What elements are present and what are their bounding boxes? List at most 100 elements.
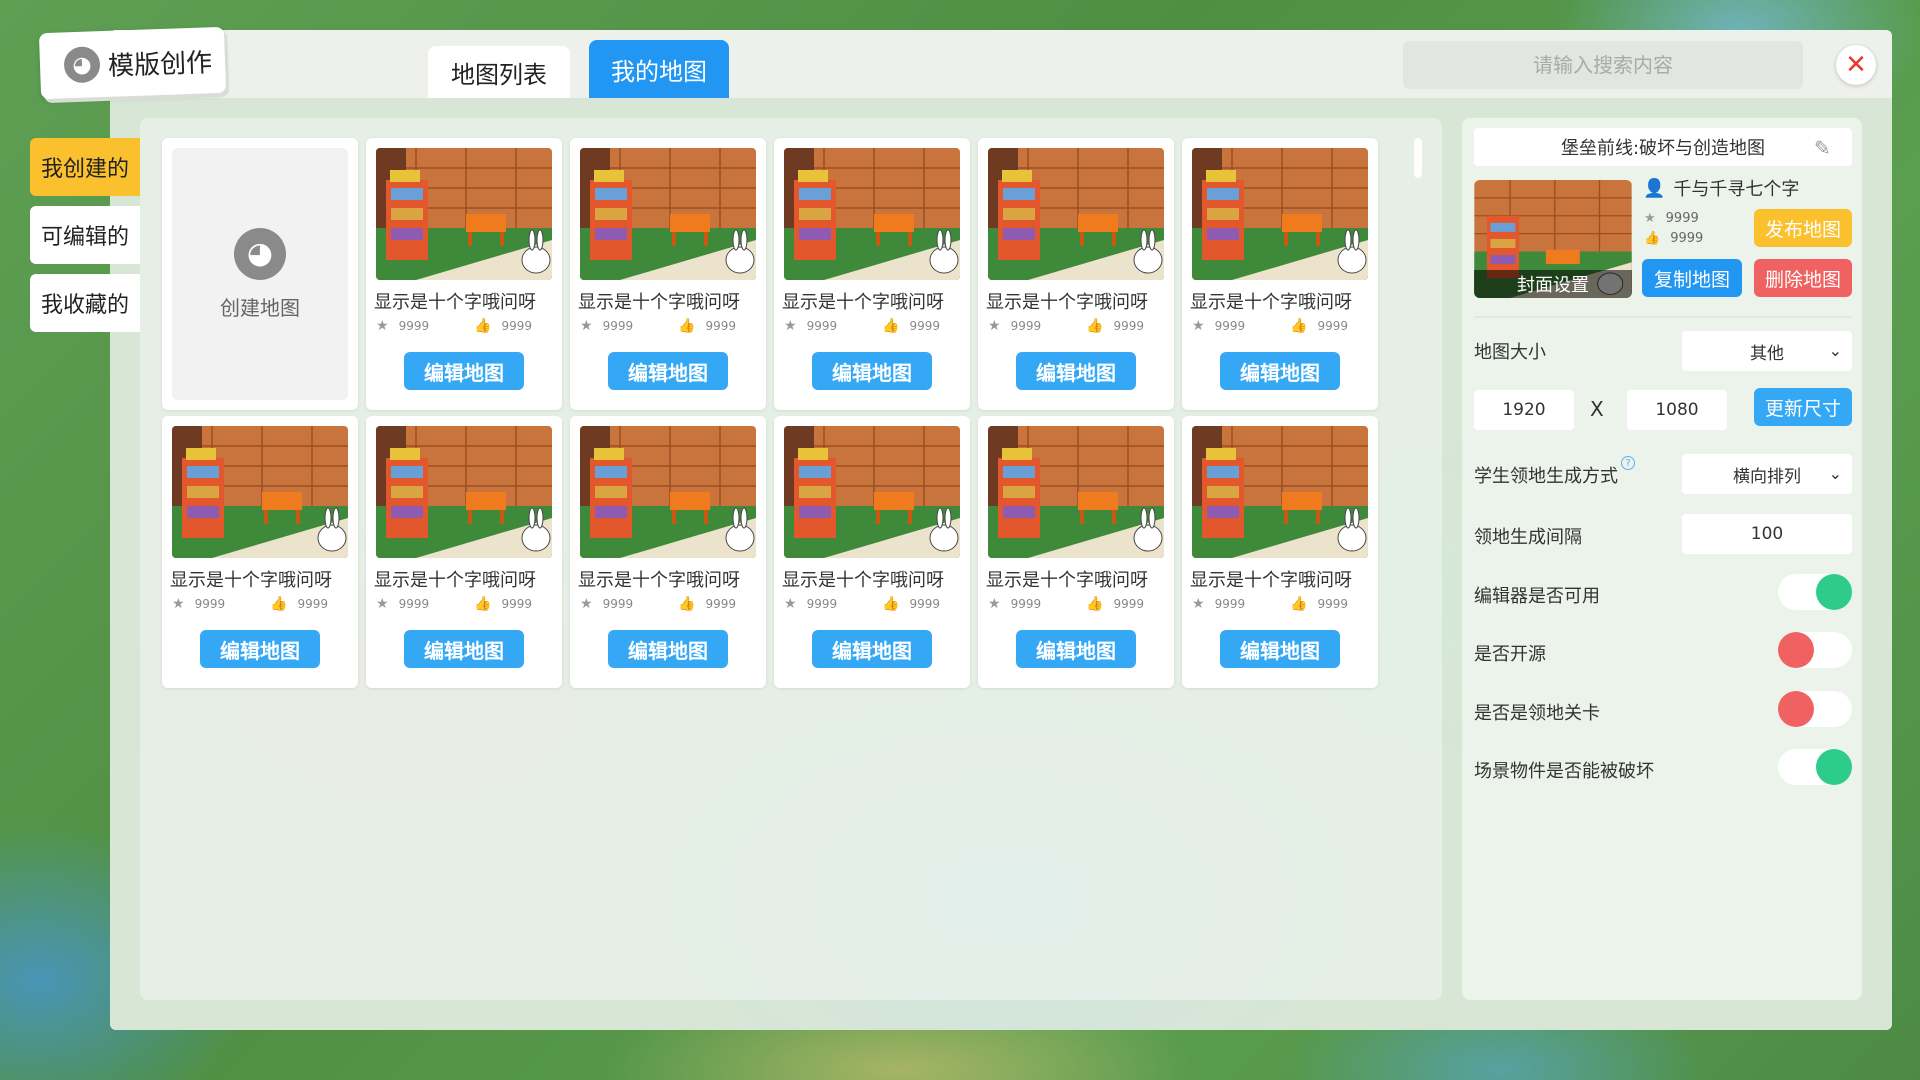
edit-map-button[interactable]: 编辑地图 [812,352,932,390]
map-size-value: 其他 [1750,343,1784,364]
thumbs-up-icon: 👍 [1290,596,1308,612]
map-card-likes-value: 9999 [297,597,328,611]
map-thumbnail[interactable] [172,426,348,558]
thumbs-up-icon: 👍 [1644,231,1661,246]
divider [1474,316,1852,318]
map-thumbnail[interactable] [1192,426,1368,558]
map-card-stars: ★ 9999 [580,596,633,612]
map-thumbnail[interactable] [988,426,1164,558]
map-card[interactable]: 显示是十个字哦问呀 ★ 9999 👍 9999 编辑地图 [366,138,562,410]
map-card-stars-value: 9999 [602,319,634,333]
cover-image[interactable]: 封面设置 [1474,180,1632,298]
scrollbar-thumb[interactable] [1414,138,1422,178]
star-icon: ★ [988,318,1001,334]
map-card[interactable]: 显示是十个字哦问呀 ★ 9999 👍 9999 编辑地图 [1182,138,1378,410]
edit-map-button[interactable]: 编辑地图 [608,352,728,390]
map-card-likes: 👍 9999 [1086,318,1144,334]
create-map-card[interactable]: ◕ 创建地图 [162,138,358,410]
map-thumbnail[interactable] [988,148,1164,280]
edit-map-button[interactable]: 编辑地图 [812,630,932,668]
toggle-label-open-source: 是否开源 [1474,644,1546,665]
edit-map-button[interactable]: 编辑地图 [200,630,320,668]
thumbs-up-icon: 👍 [1290,318,1308,334]
edit-map-button[interactable]: 编辑地图 [1016,352,1136,390]
map-card-likes: 👍 9999 [1290,318,1348,334]
map-card-likes-value: 9999 [1317,319,1348,333]
map-card-title: 显示是十个字哦问呀 [374,292,536,313]
close-button[interactable]: ✕ [1836,45,1876,85]
tab-my-maps[interactable]: 我的地图 [589,40,729,98]
search-input[interactable] [1403,41,1803,89]
thumbs-up-icon: 👍 [474,318,492,334]
toggle-knob [1816,574,1852,610]
map-thumbnail[interactable] [376,426,552,558]
edit-map-button[interactable]: 编辑地图 [1220,630,1340,668]
globe-icon: ◕ [234,227,286,280]
map-card-title: 显示是十个字哦问呀 [374,570,536,591]
gen-mode-select[interactable]: 横向排列 ⌄ [1682,454,1852,494]
map-size-select[interactable]: 其他 ⌄ [1682,331,1852,371]
map-card-title: 显示是十个字哦问呀 [782,292,944,313]
map-thumbnail[interactable] [580,148,756,280]
map-thumbnail[interactable] [784,148,960,280]
map-card[interactable]: 显示是十个字哦问呀 ★ 9999 👍 9999 编辑地图 [978,138,1174,410]
tab-map-list[interactable]: 地图列表 [428,46,570,98]
width-input[interactable]: 1920 [1474,390,1574,430]
edit-map-button[interactable]: 编辑地图 [608,630,728,668]
map-card[interactable]: 显示是十个字哦问呀 ★ 9999 👍 9999 编辑地图 [570,138,766,410]
edit-map-button[interactable]: 编辑地图 [1220,352,1340,390]
map-thumbnail[interactable] [784,426,960,558]
gap-label: 领地生成间隔 [1474,527,1582,548]
toggle-territory[interactable] [1778,691,1852,727]
map-card-stars-value: 9999 [806,319,838,333]
map-thumbnail[interactable] [580,426,756,558]
gen-mode-label: 学生领地生成方式 [1474,466,1618,487]
map-name-field[interactable]: 堡垒前线:破坏与创造地图 [1474,128,1852,166]
star-icon: ★ [580,318,593,334]
pencil-icon[interactable]: ✎ [1814,136,1831,160]
star-icon: ★ [1644,211,1656,226]
map-card-likes: 👍 9999 [474,318,532,334]
height-input[interactable]: 1080 [1627,390,1727,430]
thumbs-up-icon: 👍 [1086,596,1104,612]
toggle-editor[interactable] [1778,574,1852,610]
edit-map-button[interactable]: 编辑地图 [404,630,524,668]
map-thumbnail[interactable] [1192,148,1368,280]
edit-map-button[interactable]: 编辑地图 [404,352,524,390]
delete-map-button[interactable]: 删除地图 [1754,259,1852,297]
map-card[interactable]: 显示是十个字哦问呀 ★ 9999 👍 9999 编辑地图 [570,416,766,688]
update-size-button[interactable]: 更新尺寸 [1754,388,1852,426]
sidebar-item-created[interactable]: 我创建的 [30,138,140,196]
author-row: 👤 千与千寻七个字 [1643,175,1799,201]
sidebar-item-favorites[interactable]: 我收藏的 [30,274,140,332]
star-icon: ★ [376,596,389,612]
help-icon[interactable]: ? [1621,456,1635,470]
detail-likes-value: 9999 [1670,231,1704,246]
toggle-knob [1816,749,1852,785]
map-card[interactable]: 显示是十个字哦问呀 ★ 9999 👍 9999 编辑地图 [162,416,358,688]
map-card[interactable]: 显示是十个字哦问呀 ★ 9999 👍 9999 编辑地图 [1182,416,1378,688]
map-card-likes: 👍 9999 [678,318,736,334]
map-card-likes-value: 9999 [909,319,940,333]
toggle-destructible[interactable] [1778,749,1852,785]
map-card[interactable]: 显示是十个字哦问呀 ★ 9999 👍 9999 编辑地图 [774,138,970,410]
map-card-likes-value: 9999 [1317,597,1348,611]
edit-map-button[interactable]: 编辑地图 [1016,630,1136,668]
gap-input[interactable]: 100 [1682,514,1852,554]
detail-stars-value: 9999 [1665,211,1699,226]
size-separator: X [1590,397,1604,421]
create-map-button[interactable]: ◕ 创建地图 [172,148,348,400]
map-card-likes-value: 9999 [501,319,532,333]
map-card[interactable]: 显示是十个字哦问呀 ★ 9999 👍 9999 编辑地图 [774,416,970,688]
sidebar-item-editable[interactable]: 可编辑的 [30,206,140,264]
map-card-stars-value: 9999 [1010,319,1042,333]
map-thumbnail[interactable] [376,148,552,280]
map-card-stars-value: 9999 [1214,597,1246,611]
map-card-stars: ★ 9999 [988,596,1041,612]
map-card[interactable]: 显示是十个字哦问呀 ★ 9999 👍 9999 编辑地图 [366,416,562,688]
copy-map-button[interactable]: 复制地图 [1642,259,1742,297]
publish-map-button[interactable]: 发布地图 [1754,209,1852,247]
map-card[interactable]: 显示是十个字哦问呀 ★ 9999 👍 9999 编辑地图 [978,416,1174,688]
map-size-label: 地图大小 [1474,342,1546,363]
toggle-open-source[interactable] [1778,632,1852,668]
